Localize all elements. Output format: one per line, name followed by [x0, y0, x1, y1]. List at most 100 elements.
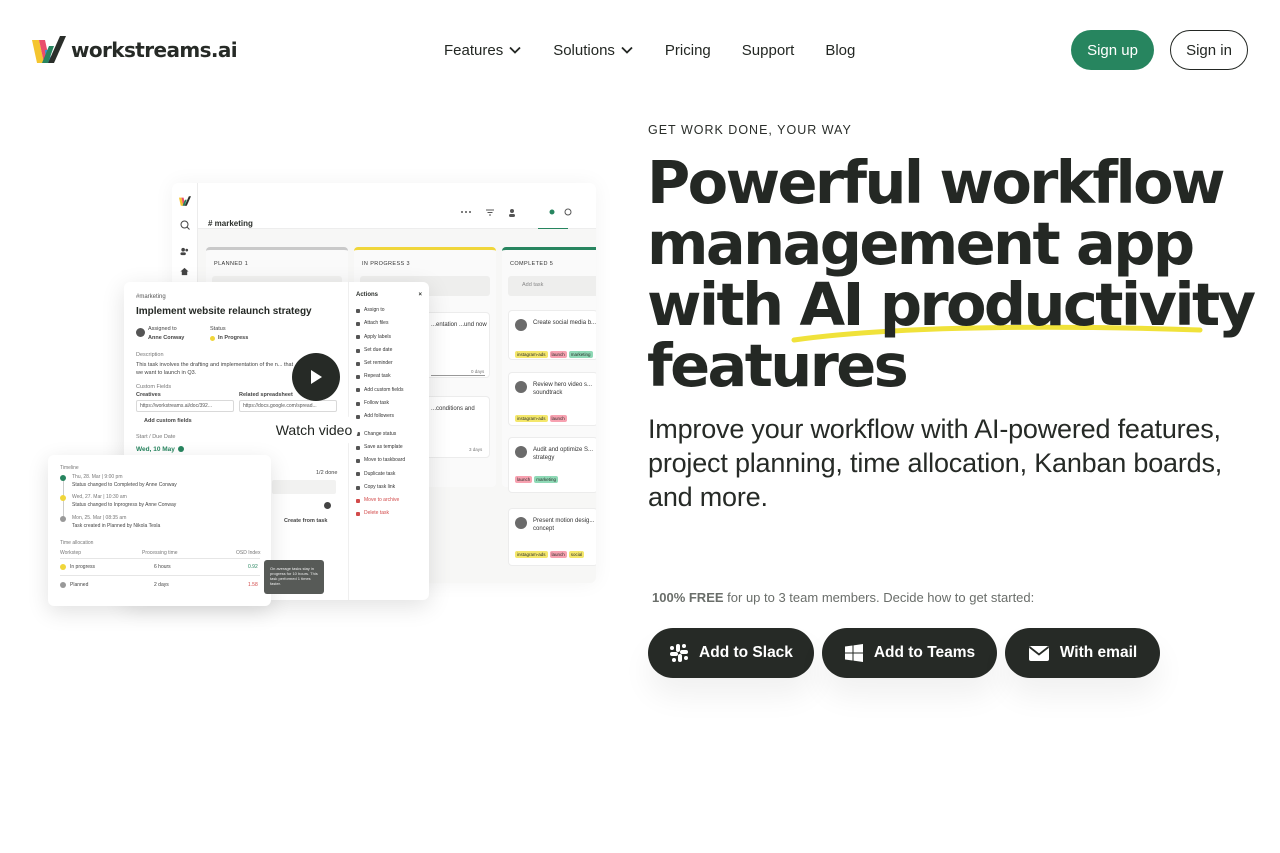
task-breadcrumb: #marketing	[136, 294, 166, 300]
action-icon	[356, 415, 360, 420]
action-item: Repeat task	[356, 370, 422, 383]
toolbar-icons	[461, 208, 572, 217]
tag: marketing	[534, 476, 559, 483]
action-label: Duplicate task	[364, 470, 396, 477]
description-label: Description	[136, 352, 164, 358]
description-text: This task involves the drafting and impl…	[136, 362, 294, 376]
action-item: Add followers	[356, 410, 422, 423]
action-item: Delete task	[356, 507, 422, 520]
headline-line-4: features	[647, 331, 909, 400]
headline-line-3: with AI productivity	[647, 270, 1256, 339]
create-from-task-link: Create from task	[284, 518, 328, 524]
nav-support[interactable]: Support	[742, 40, 795, 60]
action-item: Apply labels	[356, 331, 422, 344]
play-video-button[interactable]	[292, 353, 340, 401]
row-time: 2 days	[154, 582, 169, 588]
tag: instagram-ads	[515, 551, 548, 558]
actions-menu: Actions × Assign to Attach files Apply lab…	[356, 292, 422, 521]
task-card: Audit and optimize S... strategy launch m…	[508, 437, 596, 493]
column-title: COMPLETED 5	[510, 261, 554, 267]
action-label: Apply labels	[364, 333, 391, 340]
actions-header: Actions ×	[356, 292, 422, 298]
hero-headline: Powerful workflow management app with AI…	[647, 152, 1267, 396]
close-icon: ×	[418, 292, 422, 298]
add-to-teams-label: Add to Teams	[873, 644, 976, 661]
subtasks-progress: 1/2 done	[316, 470, 338, 476]
headline-line-1: Powerful workflow	[647, 148, 1226, 217]
subtask-toolbar	[272, 480, 336, 494]
action-item: Add custom fields	[356, 384, 422, 397]
action-item: Save as template	[356, 441, 422, 454]
creatives-label: Creatives	[136, 392, 161, 398]
action-icon	[356, 361, 360, 366]
tag: marketing	[568, 351, 593, 358]
timeline-date: Wed, 27. Mar | 10:30 am	[72, 494, 127, 500]
hero-eyebrow: GET WORK DONE, YOUR WAY	[648, 123, 852, 137]
brand-logo[interactable]: workstreams.ai	[32, 36, 238, 63]
brand-name: workstreams.ai	[71, 37, 238, 62]
avatar	[515, 446, 527, 458]
action-label: Follow task	[364, 400, 390, 407]
watch-video-button[interactable]: Watch video	[270, 416, 358, 444]
assigned-label: Assigned to	[148, 326, 177, 332]
row-step: Planned	[70, 582, 89, 588]
sign-in-button[interactable]: Sign in	[1170, 30, 1248, 70]
home-icon	[180, 267, 189, 276]
action-icon	[356, 308, 360, 313]
task-card-tags: launch marketing	[515, 468, 560, 486]
column-title: IN PROGRESS 3	[362, 261, 410, 267]
avatar	[515, 517, 527, 529]
action-label: Attach files	[364, 320, 389, 327]
task-card-tags: instagram-ads launch	[515, 407, 569, 425]
nav-pricing[interactable]: Pricing	[665, 40, 711, 60]
action-icon	[356, 458, 360, 463]
action-label: Move to archive	[364, 497, 400, 504]
pricing-note: 100% FREE for up to 3 team members. Deci…	[652, 590, 1034, 605]
action-item: Attach files	[356, 317, 422, 330]
timeline-text: Status changed to Completed by Anne Conw…	[72, 482, 177, 488]
sign-up-button[interactable]: Sign up	[1071, 30, 1154, 70]
column-title: PLANNED 1	[214, 261, 249, 267]
nav-solutions[interactable]: Solutions	[553, 40, 633, 60]
action-icon	[356, 485, 360, 490]
add-to-teams-button[interactable]: Add to Teams	[822, 628, 997, 678]
avatar	[515, 381, 527, 393]
timeline-text: Task created in Planned by Nikola Tesla	[72, 523, 161, 529]
sign-up-with-email-button[interactable]: With email	[1005, 628, 1160, 678]
task-card-title: ...entation ...und now	[431, 322, 487, 328]
pricing-note-free: 100% FREE	[652, 590, 724, 605]
status-label: Status	[210, 326, 226, 332]
task-card-title: Present motion desig... concept	[533, 518, 595, 532]
envelope-icon	[1028, 646, 1049, 661]
nav-features[interactable]: Features	[444, 40, 521, 60]
action-label: Assign to	[364, 307, 385, 313]
action-item: Duplicate task	[356, 468, 422, 481]
time-tooltip: On average tasks stay in progress for 10…	[264, 560, 324, 594]
nav-blog[interactable]: Blog	[825, 40, 855, 60]
tag: social	[568, 551, 585, 558]
action-icon	[356, 348, 360, 353]
timeline-dot-planned	[60, 516, 66, 522]
timeline-date: Thu, 28. Mar | 9:00 pm	[72, 474, 123, 480]
action-label: Move to taskboard	[364, 457, 406, 464]
actions-title: Actions	[356, 292, 379, 298]
action-label: Change status	[364, 430, 397, 437]
chevron-down-icon	[509, 46, 521, 54]
action-icon	[356, 335, 360, 340]
action-label: Set due date	[364, 346, 393, 353]
action-icon	[356, 472, 360, 477]
task-card-progress	[431, 375, 485, 376]
spreadsheet-label: Related spreadsheet	[239, 392, 293, 398]
add-to-slack-button[interactable]: Add to Slack	[648, 628, 814, 678]
action-label: Save as template	[364, 443, 403, 450]
add-to-slack-label: Add to Slack	[699, 644, 793, 661]
actions-list: Assign to Attach files Apply labels Set due…	[356, 304, 422, 521]
action-label: Delete task	[364, 510, 390, 517]
timeline-label: Timeline	[60, 465, 79, 471]
action-item: Follow task	[356, 397, 422, 410]
avatar	[136, 328, 145, 337]
action-label: Add custom fields	[364, 386, 404, 393]
task-card-title: Create social media b...	[533, 320, 596, 326]
tag: launch	[515, 476, 533, 483]
action-label: Repeat task	[364, 373, 391, 380]
